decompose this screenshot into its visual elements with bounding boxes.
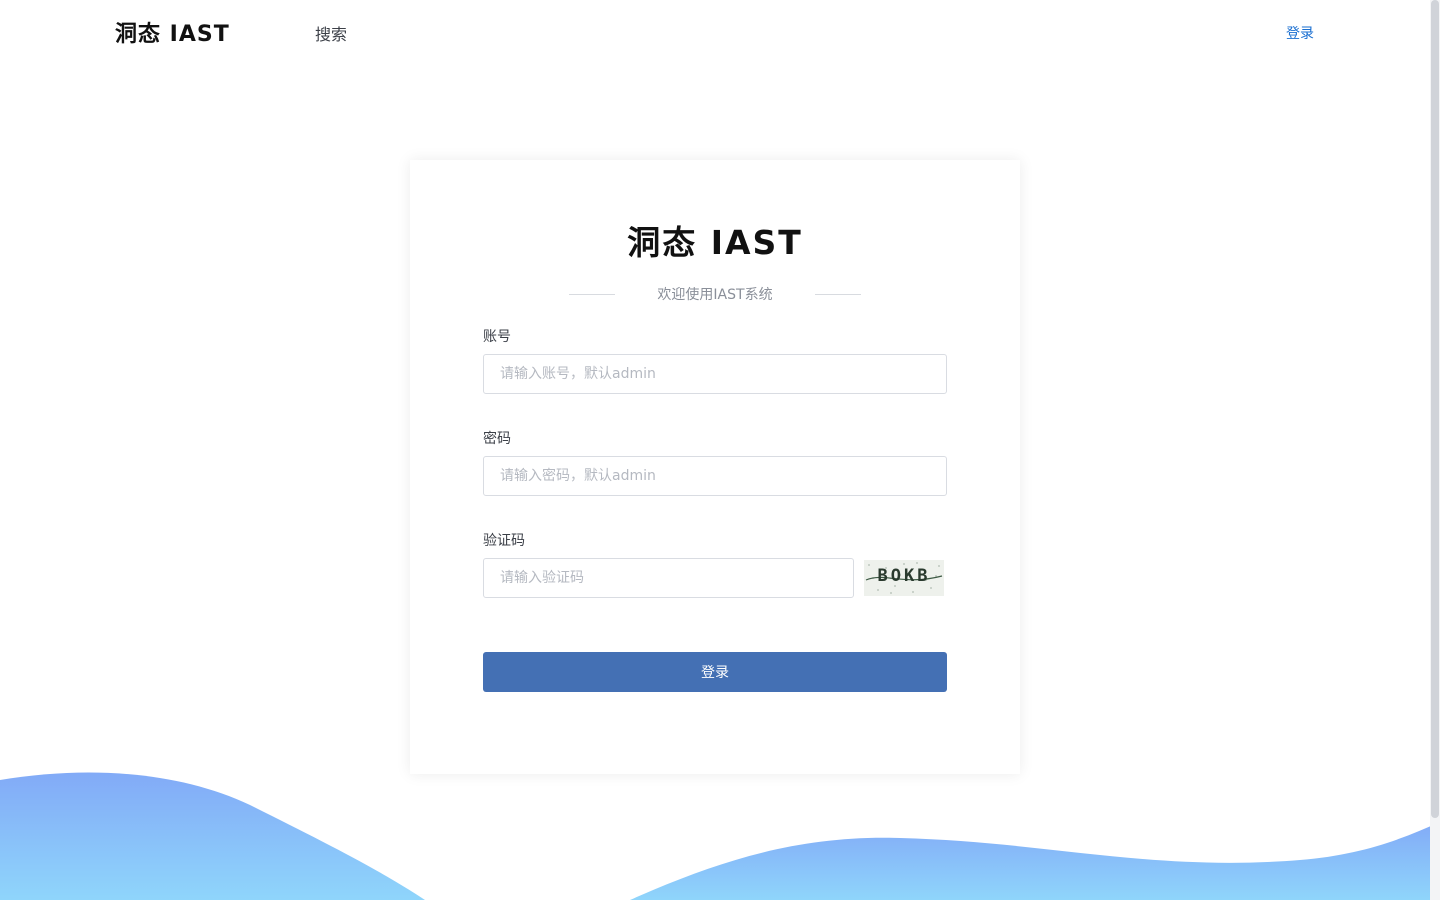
login-card: 洞态 IAST 欢迎使用IAST系统 账号 密码 验证码 BOKB 登录	[410, 160, 1020, 774]
nav-search-link[interactable]: 搜索	[315, 21, 347, 45]
welcome-divider-left	[569, 293, 615, 295]
captcha-image[interactable]: BOKB	[864, 560, 944, 596]
welcome-text: 欢迎使用IAST系统	[657, 287, 773, 303]
brand-logo-text: 洞态 IAST	[115, 22, 230, 47]
captcha-text: BOKB	[877, 566, 931, 586]
page-scrollbar-thumb[interactable]	[1431, 0, 1439, 818]
welcome-divider-right	[815, 293, 861, 295]
account-label: 账号	[483, 329, 511, 345]
wave-right	[630, 822, 1440, 900]
page-scrollbar-track[interactable]	[1430, 0, 1440, 900]
wave-left	[0, 772, 425, 900]
nav-login-link[interactable]: 登录	[1286, 23, 1314, 43]
card-logo: 洞态 IAST	[627, 223, 803, 262]
captcha-label: 验证码	[483, 533, 525, 549]
login-submit-button[interactable]: 登录	[483, 652, 947, 692]
welcome-row: 欢迎使用IAST系统	[569, 284, 861, 304]
account-input[interactable]	[483, 354, 947, 394]
captcha-input[interactable]	[483, 558, 854, 598]
brand-logo[interactable]: 洞态 IAST	[115, 18, 230, 47]
password-label: 密码	[483, 431, 511, 447]
top-header: 洞态 IAST 搜索 登录	[0, 0, 1430, 64]
password-input[interactable]	[483, 456, 947, 496]
